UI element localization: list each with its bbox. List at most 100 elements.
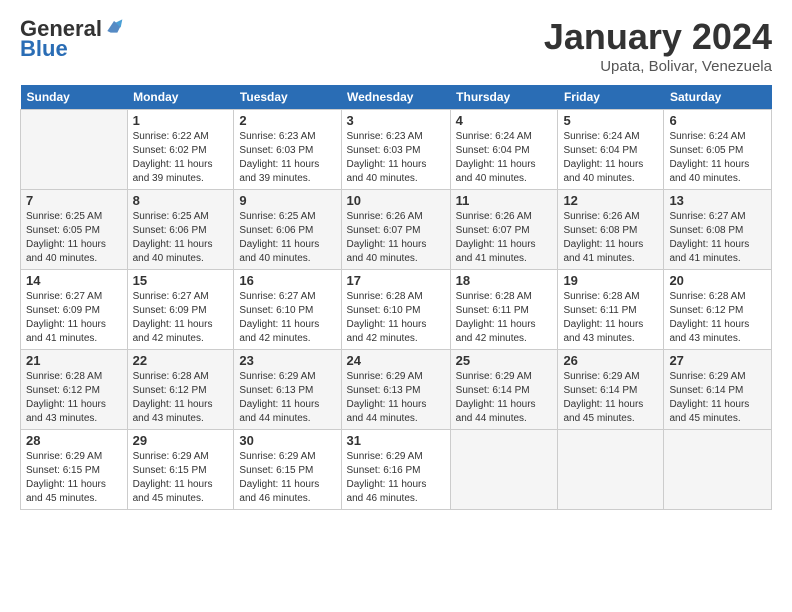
calendar-page: General Blue January 2024 Upata, Bolivar… <box>0 0 792 612</box>
day-cell <box>21 110 128 190</box>
header-cell-friday: Friday <box>558 85 664 110</box>
calendar-table: SundayMondayTuesdayWednesdayThursdayFrid… <box>20 85 772 510</box>
day-cell: 9 Sunrise: 6:25 AMSunset: 6:06 PMDaylight… <box>234 190 341 270</box>
logo-icon <box>104 16 124 36</box>
day-number: 15 <box>133 273 229 288</box>
day-number: 26 <box>563 353 658 368</box>
day-detail: Sunrise: 6:28 AMSunset: 6:12 PMDaylight:… <box>26 370 122 426</box>
day-cell <box>558 430 664 510</box>
day-detail: Sunrise: 6:26 AMSunset: 6:07 PMDaylight:… <box>456 210 553 266</box>
day-cell: 15 Sunrise: 6:27 AMSunset: 6:09 PMDayligh… <box>127 270 234 350</box>
day-detail: Sunrise: 6:23 AMSunset: 6:03 PMDaylight:… <box>239 130 335 186</box>
day-cell: 18 Sunrise: 6:28 AMSunset: 6:11 PMDayligh… <box>450 270 558 350</box>
day-cell: 20 Sunrise: 6:28 AMSunset: 6:12 PMDayligh… <box>664 270 772 350</box>
day-cell: 16Sunrise: 6:27 AMSunset: 6:10 PMDayligh… <box>234 270 341 350</box>
day-detail: Sunrise: 6:24 AMSunset: 6:04 PMDaylight:… <box>456 130 553 186</box>
day-detail: Sunrise: 6:29 AMSunset: 6:14 PMDaylight:… <box>456 370 553 426</box>
day-number: 8 <box>133 193 229 208</box>
day-cell: 29Sunrise: 6:29 AMSunset: 6:15 PMDayligh… <box>127 430 234 510</box>
day-cell: 2 Sunrise: 6:23 AMSunset: 6:03 PMDaylight… <box>234 110 341 190</box>
day-cell: 7 Sunrise: 6:25 AMSunset: 6:05 PMDaylight… <box>21 190 128 270</box>
day-detail: Sunrise: 6:27 AMSunset: 6:09 PMDaylight:… <box>26 290 122 346</box>
day-cell: 27 Sunrise: 6:29 AMSunset: 6:14 PMDayligh… <box>664 350 772 430</box>
day-number: 30 <box>239 433 335 448</box>
day-cell: 31 Sunrise: 6:29 AMSunset: 6:16 PMDayligh… <box>341 430 450 510</box>
week-row-3: 14Sunrise: 6:27 AMSunset: 6:09 PMDayligh… <box>21 270 772 350</box>
day-cell: 22Sunrise: 6:28 AMSunset: 6:12 PMDayligh… <box>127 350 234 430</box>
header-cell-tuesday: Tuesday <box>234 85 341 110</box>
day-detail: Sunrise: 6:29 AMSunset: 6:16 PMDaylight:… <box>347 450 445 506</box>
day-cell: 3Sunrise: 6:23 AMSunset: 6:03 PMDaylight… <box>341 110 450 190</box>
header-cell-wednesday: Wednesday <box>341 85 450 110</box>
day-cell: 12Sunrise: 6:26 AMSunset: 6:08 PMDayligh… <box>558 190 664 270</box>
day-number: 24 <box>347 353 445 368</box>
day-detail: Sunrise: 6:25 AMSunset: 6:06 PMDaylight:… <box>239 210 335 266</box>
day-cell: 4 Sunrise: 6:24 AMSunset: 6:04 PMDaylight… <box>450 110 558 190</box>
day-number: 1 <box>133 113 229 128</box>
day-number: 20 <box>669 273 766 288</box>
day-detail: Sunrise: 6:24 AMSunset: 6:05 PMDaylight:… <box>669 130 766 186</box>
day-cell: 28Sunrise: 6:29 AMSunset: 6:15 PMDayligh… <box>21 430 128 510</box>
header-cell-thursday: Thursday <box>450 85 558 110</box>
title-block: January 2024 Upata, Bolivar, Venezuela <box>544 16 772 75</box>
day-cell: 23Sunrise: 6:29 AMSunset: 6:13 PMDayligh… <box>234 350 341 430</box>
day-detail: Sunrise: 6:23 AMSunset: 6:03 PMDaylight:… <box>347 130 445 186</box>
calendar-subtitle: Upata, Bolivar, Venezuela <box>544 58 772 75</box>
day-number: 13 <box>669 193 766 208</box>
day-cell: 26 Sunrise: 6:29 AMSunset: 6:14 PMDayligh… <box>558 350 664 430</box>
day-number: 12 <box>563 193 658 208</box>
week-row-1: 1 Sunrise: 6:22 AMSunset: 6:02 PMDaylight… <box>21 110 772 190</box>
header-cell-monday: Monday <box>127 85 234 110</box>
day-detail: Sunrise: 6:28 AMSunset: 6:10 PMDaylight:… <box>347 290 445 346</box>
day-number: 10 <box>347 193 445 208</box>
day-cell: 17 Sunrise: 6:28 AMSunset: 6:10 PMDayligh… <box>341 270 450 350</box>
day-number: 18 <box>456 273 553 288</box>
day-detail: Sunrise: 6:29 AMSunset: 6:14 PMDaylight:… <box>669 370 766 426</box>
day-cell: 5 Sunrise: 6:24 AMSunset: 6:04 PMDaylight… <box>558 110 664 190</box>
day-number: 17 <box>347 273 445 288</box>
day-detail: Sunrise: 6:27 AMSunset: 6:09 PMDaylight:… <box>133 290 229 346</box>
day-cell: 8 Sunrise: 6:25 AMSunset: 6:06 PMDaylight… <box>127 190 234 270</box>
day-number: 7 <box>26 193 122 208</box>
day-number: 31 <box>347 433 445 448</box>
day-number: 11 <box>456 193 553 208</box>
day-detail: Sunrise: 6:28 AMSunset: 6:11 PMDaylight:… <box>563 290 658 346</box>
day-cell: 21 Sunrise: 6:28 AMSunset: 6:12 PMDayligh… <box>21 350 128 430</box>
day-detail: Sunrise: 6:29 AMSunset: 6:15 PMDaylight:… <box>26 450 122 506</box>
day-cell <box>664 430 772 510</box>
day-number: 25 <box>456 353 553 368</box>
day-number: 5 <box>563 113 658 128</box>
day-cell: 1 Sunrise: 6:22 AMSunset: 6:02 PMDaylight… <box>127 110 234 190</box>
day-detail: Sunrise: 6:24 AMSunset: 6:04 PMDaylight:… <box>563 130 658 186</box>
header-row: SundayMondayTuesdayWednesdayThursdayFrid… <box>21 85 772 110</box>
day-detail: Sunrise: 6:29 AMSunset: 6:15 PMDaylight:… <box>239 450 335 506</box>
day-detail: Sunrise: 6:25 AMSunset: 6:05 PMDaylight:… <box>26 210 122 266</box>
calendar-title: January 2024 <box>544 16 772 58</box>
day-detail: Sunrise: 6:29 AMSunset: 6:15 PMDaylight:… <box>133 450 229 506</box>
day-cell: 19 Sunrise: 6:28 AMSunset: 6:11 PMDayligh… <box>558 270 664 350</box>
header-cell-saturday: Saturday <box>664 85 772 110</box>
day-cell: 6Sunrise: 6:24 AMSunset: 6:05 PMDaylight… <box>664 110 772 190</box>
day-detail: Sunrise: 6:29 AMSunset: 6:13 PMDaylight:… <box>347 370 445 426</box>
day-detail: Sunrise: 6:25 AMSunset: 6:06 PMDaylight:… <box>133 210 229 266</box>
week-row-5: 28Sunrise: 6:29 AMSunset: 6:15 PMDayligh… <box>21 430 772 510</box>
day-cell <box>450 430 558 510</box>
day-number: 2 <box>239 113 335 128</box>
day-number: 27 <box>669 353 766 368</box>
header-cell-sunday: Sunday <box>21 85 128 110</box>
day-number: 4 <box>456 113 553 128</box>
day-number: 9 <box>239 193 335 208</box>
day-cell: 14Sunrise: 6:27 AMSunset: 6:09 PMDayligh… <box>21 270 128 350</box>
day-detail: Sunrise: 6:22 AMSunset: 6:02 PMDaylight:… <box>133 130 229 186</box>
day-cell: 13Sunrise: 6:27 AMSunset: 6:08 PMDayligh… <box>664 190 772 270</box>
day-detail: Sunrise: 6:28 AMSunset: 6:12 PMDaylight:… <box>669 290 766 346</box>
day-number: 19 <box>563 273 658 288</box>
day-cell: 24 Sunrise: 6:29 AMSunset: 6:13 PMDayligh… <box>341 350 450 430</box>
logo-blue-text: Blue <box>20 36 68 62</box>
day-detail: Sunrise: 6:29 AMSunset: 6:14 PMDaylight:… <box>563 370 658 426</box>
week-row-2: 7 Sunrise: 6:25 AMSunset: 6:05 PMDaylight… <box>21 190 772 270</box>
day-detail: Sunrise: 6:28 AMSunset: 6:11 PMDaylight:… <box>456 290 553 346</box>
header: General Blue January 2024 Upata, Bolivar… <box>20 16 772 75</box>
day-number: 21 <box>26 353 122 368</box>
week-row-4: 21 Sunrise: 6:28 AMSunset: 6:12 PMDayligh… <box>21 350 772 430</box>
